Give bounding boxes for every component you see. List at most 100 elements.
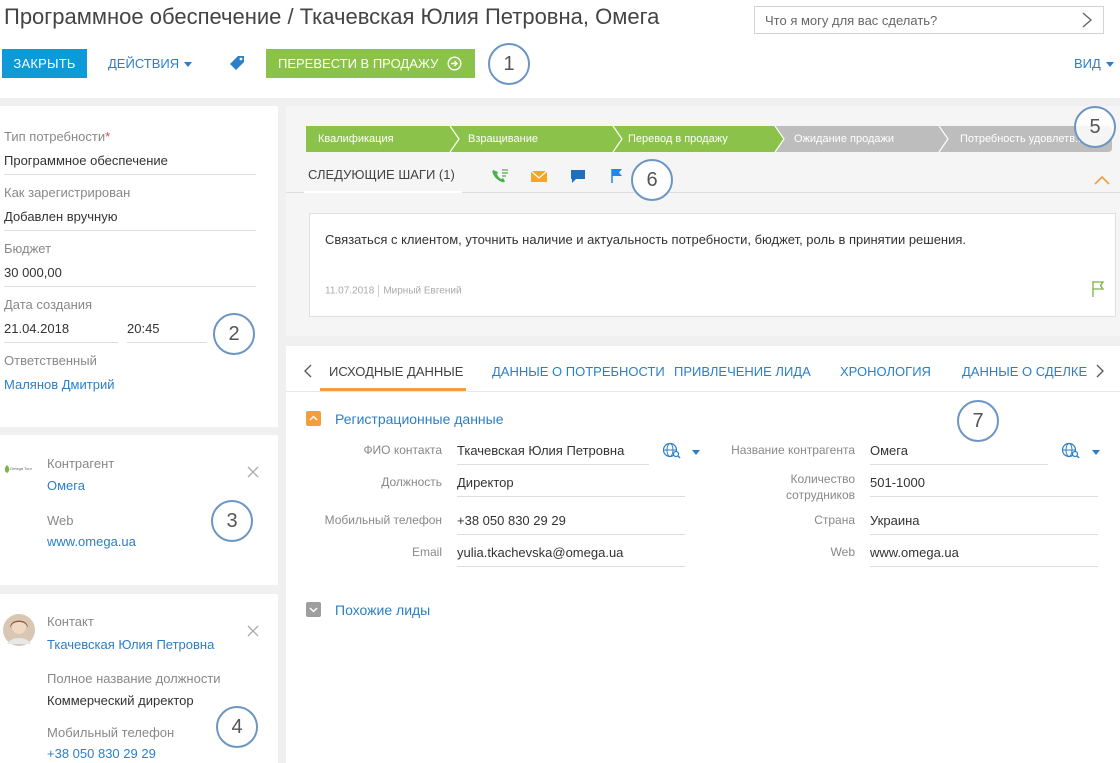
globe-search-icon[interactable]: [1061, 442, 1083, 460]
budget-field[interactable]: 30 000,00: [4, 265, 256, 287]
contact-phone-link[interactable]: +38 050 830 29 29: [47, 746, 156, 761]
globe-search-icon[interactable]: [662, 442, 684, 460]
employees-label: Количество сотрудников: [706, 471, 855, 503]
created-date-field[interactable]: 21.04.2018: [4, 321, 118, 343]
callout-2: 2: [213, 313, 255, 355]
chevron-up-icon[interactable]: [1094, 175, 1110, 185]
contact-type-label: Контакт: [47, 614, 94, 629]
chevron-left-icon[interactable]: [304, 364, 312, 378]
chevron-right-icon[interactable]: [1096, 364, 1104, 378]
need-type-field[interactable]: Программное обеспечение: [4, 153, 256, 175]
search-input[interactable]: [755, 7, 1075, 33]
account-web-label: Web: [47, 513, 74, 528]
need-type-label-text: Тип потребности: [4, 129, 106, 144]
contact-name-label: ФИО контакта: [363, 443, 442, 457]
web-label: Web: [830, 545, 855, 559]
contact-job-value: Коммерческий директор: [47, 693, 194, 708]
mobile-label: Мобильный телефон: [324, 513, 442, 527]
close-icon[interactable]: [247, 466, 259, 478]
contact-avatar[interactable]: [3, 614, 35, 646]
contact-name-field[interactable]: Ткачевская Юлия Петровна: [457, 443, 649, 465]
tab-deal-data[interactable]: ДАННЫЕ О СДЕЛКЕ: [962, 364, 1087, 379]
tab-need-data[interactable]: ДАННЫЕ О ПОТРЕБНОСТИ: [492, 364, 665, 379]
contact-phone-label: Мобильный телефон: [47, 725, 175, 740]
actions-menu-button[interactable]: ДЕЙСТВИЯ: [108, 49, 193, 78]
flag-icon[interactable]: [608, 168, 626, 184]
command-search[interactable]: [754, 6, 1104, 34]
created-time-field[interactable]: 20:45: [127, 321, 207, 343]
close-icon[interactable]: [247, 625, 259, 637]
flag-outline-icon[interactable]: [1091, 280, 1105, 298]
budget-label: Бюджет: [4, 241, 52, 256]
registration-section-title[interactable]: Регистрационные данные: [335, 411, 504, 427]
next-step-card[interactable]: Связаться с клиентом, уточнить наличие и…: [309, 213, 1116, 317]
account-name-field[interactable]: Омега: [870, 443, 1048, 465]
section-expand-toggle[interactable]: [306, 602, 321, 617]
task-date: 11.07.2018: [325, 285, 375, 297]
tab-history[interactable]: ХРОНОЛОГИЯ: [840, 364, 931, 379]
lead-progress-panel: Квалификация Взращивание Перевод в прода…: [286, 106, 1120, 336]
phone-call-icon[interactable]: [491, 168, 509, 184]
employees-field[interactable]: 501-1000: [870, 475, 1098, 497]
account-name-link[interactable]: Омега: [47, 478, 85, 493]
tab-source-data[interactable]: ИСХОДНЫЕ ДАННЫЕ: [329, 364, 463, 379]
account-card: Omega Tour Контрагент Омега Web www.omeg…: [0, 435, 278, 585]
task-owner: Мирный Евгений: [383, 285, 462, 297]
callout-6: 6: [631, 159, 673, 201]
caret-down-icon[interactable]: [692, 450, 700, 455]
mobile-field[interactable]: +38 050 830 29 29: [457, 513, 685, 535]
account-logo-text: Omega Tour: [10, 466, 32, 472]
lead-details-panel: ИСХОДНЫЕ ДАННЫЕ ДАННЫЕ О ПОТРЕБНОСТИ ПРИ…: [286, 346, 1120, 763]
created-date-label: Дата создания: [4, 297, 93, 312]
callout-1: 1: [488, 43, 530, 85]
section-collapse-toggle[interactable]: [306, 411, 321, 426]
actions-label: ДЕЙСТВИЯ: [108, 56, 180, 71]
task-text: Связаться с клиентом, уточнить наличие и…: [325, 232, 967, 247]
web-field[interactable]: www.omega.ua: [870, 545, 1098, 567]
tab-underline: [304, 191, 462, 193]
contact-job-label: Полное название должности: [47, 671, 221, 686]
view-menu-button[interactable]: ВИД: [1074, 49, 1114, 78]
callout-4: 4: [216, 706, 258, 748]
page-title: Программное обеспечение / Ткачевская Юли…: [4, 4, 660, 29]
lead-profile-panel: Тип потребности* Программное обеспечение…: [0, 106, 278, 427]
chevron-right-icon[interactable]: [1080, 12, 1094, 28]
email-icon[interactable]: [530, 168, 548, 184]
page-header: Программное обеспечение / Ткачевская Юли…: [0, 0, 1120, 98]
owner-link[interactable]: Малянов Дмитрий: [4, 377, 256, 398]
account-logo: Omega Tour: [4, 465, 36, 475]
position-field[interactable]: Директор: [457, 475, 685, 497]
need-type-label: Тип потребности*: [4, 129, 110, 144]
position-label: Должность: [381, 475, 442, 489]
caret-down-icon[interactable]: [1092, 450, 1100, 455]
tag-icon[interactable]: [229, 55, 245, 71]
required-marker: *: [105, 129, 111, 144]
stage-label-1: Квалификация: [318, 133, 394, 145]
task-meta: 11.07.2018 Мирный Евгений: [325, 285, 462, 297]
country-label: Страна: [814, 513, 855, 527]
contact-name-link[interactable]: Ткачевская Юлия Петровна: [47, 637, 214, 652]
owner-label: Ответственный: [4, 353, 97, 368]
tab-lead-generation[interactable]: ПРИВЛЕЧЕНИЕ ЛИДА: [674, 364, 811, 379]
chevron-down-icon: [309, 607, 318, 613]
view-label: ВИД: [1074, 56, 1101, 71]
caret-down-icon: [1105, 62, 1114, 68]
registered-field[interactable]: Добавлен вручную: [4, 209, 256, 231]
arrow-circle-right-icon: [447, 56, 462, 71]
close-button[interactable]: ЗАКРЫТЬ: [2, 49, 87, 78]
email-label: Email: [411, 545, 442, 559]
stage-label-3: Перевод в продажу: [628, 133, 728, 145]
chevron-up-icon: [309, 415, 318, 421]
chat-icon[interactable]: [569, 168, 587, 184]
account-name-label: Название контрагента: [731, 443, 855, 457]
similar-leads-section-title[interactable]: Похожие лиды: [335, 602, 430, 618]
next-steps-tab[interactable]: СЛЕДУЮЩИЕ ШАГИ (1): [308, 167, 455, 182]
callout-3: 3: [211, 500, 253, 542]
convert-to-sale-button[interactable]: ПЕРЕВЕСТИ В ПРОДАЖУ: [266, 49, 475, 78]
country-field[interactable]: Украина: [870, 513, 1098, 535]
caret-down-icon: [184, 62, 193, 68]
convert-label: ПЕРЕВЕСТИ В ПРОДАЖУ: [278, 56, 439, 71]
account-web-link[interactable]: www.omega.ua: [47, 534, 136, 549]
account-type-label: Контрагент: [47, 456, 115, 471]
email-field[interactable]: yulia.tkachevska@omega.ua: [457, 545, 685, 567]
